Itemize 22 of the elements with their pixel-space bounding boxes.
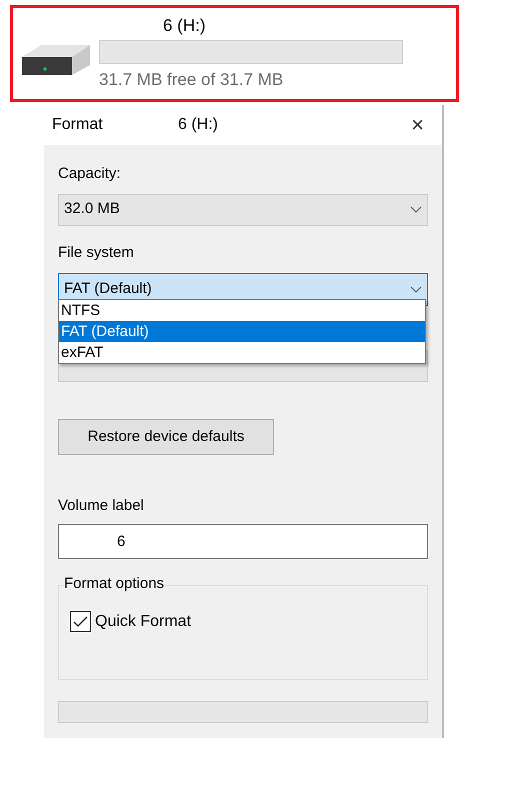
window-title: Format (52, 115, 104, 135)
drive-tile[interactable]: 6 (H:) 31.7 MB free of 31.7 MB (10, 5, 459, 102)
restore-defaults-button[interactable]: Restore device defaults (58, 419, 274, 455)
dropdown-option[interactable]: exFAT (59, 342, 425, 363)
chevron-down-icon (410, 286, 422, 293)
chevron-down-icon (410, 206, 422, 213)
free-space-text: 31.7 MB free of 31.7 MB (99, 69, 284, 91)
drive-title: 6 (H:) (163, 16, 206, 36)
checkbox[interactable] (70, 611, 91, 632)
checkbox-label[interactable]: Quick Format (95, 610, 192, 634)
format-options-label: Format options (64, 574, 164, 592)
window-drive-title: 6 (H:) (178, 115, 218, 135)
checkmark-icon (73, 616, 88, 628)
volume-label-field[interactable]: 6 (58, 524, 428, 558)
close-button[interactable]: × (407, 114, 428, 136)
dropdown-option[interactable]: FAT (Default) (59, 321, 425, 342)
volume-label-label: Volume label (58, 496, 145, 516)
file-system-label: File system (58, 242, 135, 262)
capacity-dropdown[interactable]: 32.0 MB (58, 194, 428, 226)
capacity-label: Capacity: (58, 164, 122, 184)
hard-drive-icon (20, 42, 92, 76)
dropdown-option[interactable]: NTFS (59, 300, 425, 321)
